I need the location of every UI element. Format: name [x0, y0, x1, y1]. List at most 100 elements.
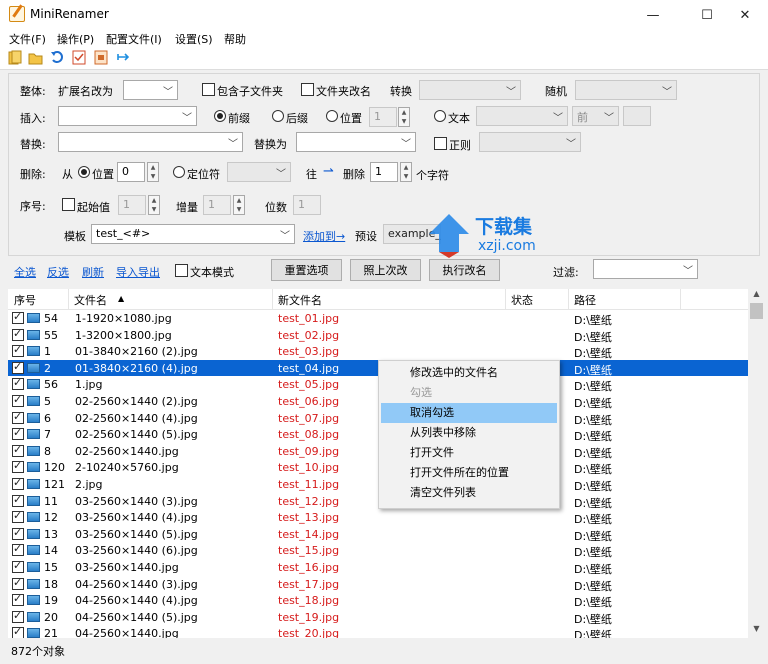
delete-count-input[interactable]: 1 — [370, 162, 398, 182]
random-combo[interactable]: ﹀ — [575, 80, 677, 100]
row-checkbox[interactable] — [12, 360, 24, 374]
row-checkbox[interactable] — [12, 376, 24, 391]
menu-check[interactable]: 勾选 — [381, 383, 557, 403]
increment-input[interactable]: 1 — [203, 195, 231, 215]
import-export-link[interactable]: 导入导出 — [116, 264, 160, 280]
prefix-radio[interactable] — [214, 110, 226, 122]
row-checkbox[interactable] — [12, 576, 24, 590]
add-to-link[interactable]: 添加到→ — [303, 228, 345, 244]
replace-with-combo[interactable]: ﹀ — [296, 132, 416, 152]
scroll-down-icon[interactable]: ▼ — [748, 624, 765, 638]
rename-button[interactable]: 执行改名 — [429, 259, 500, 281]
table-row[interactable]: 18 04-2560×1440 (3).jpg test_17.jpg D:\壁纸 — [8, 576, 748, 593]
row-checkbox[interactable] — [12, 310, 24, 324]
row-checkbox[interactable] — [12, 343, 24, 358]
menu-modify-selected[interactable]: 修改选中的文件名 — [381, 363, 557, 383]
start-value-checkbox[interactable] — [62, 198, 75, 211]
menu-settings[interactable]: 设置(S) — [175, 31, 213, 47]
menu-operation[interactable]: 操作(P) — [57, 31, 94, 47]
row-checkbox[interactable] — [12, 542, 24, 557]
row-checkbox[interactable] — [12, 476, 24, 490]
increment-stepper[interactable]: ▲ ▼ — [233, 195, 245, 215]
row-checkbox[interactable] — [12, 459, 24, 474]
delete-count-stepper[interactable]: ▲ ▼ — [400, 162, 412, 182]
rename-folder-checkbox[interactable] — [301, 83, 314, 96]
start-value-stepper[interactable]: ▲ ▼ — [148, 195, 160, 215]
table-row[interactable]: 15 03-2560×1440.jpg test_16.jpg D:\壁纸 — [8, 559, 748, 576]
reset-options-button[interactable]: 重置选项 — [271, 259, 342, 281]
menu-help[interactable]: 帮助 — [224, 31, 246, 47]
menu-file[interactable]: 文件(F) — [9, 31, 46, 47]
delete-position-radio[interactable] — [78, 166, 90, 178]
menu-remove-from-list[interactable]: 从列表中移除 — [381, 423, 557, 443]
table-row[interactable]: 54 1-1920×1080.jpg test_01.jpg D:\壁纸 — [8, 310, 748, 327]
row-checkbox[interactable] — [12, 526, 24, 540]
menu-config[interactable]: 配置文件(I) — [106, 31, 162, 47]
row-checkbox[interactable] — [12, 426, 24, 441]
table-row[interactable]: 20 04-2560×1440 (5).jpg test_19.jpg D:\壁纸 — [8, 609, 748, 626]
template-combo[interactable]: test_<#> ﹀ — [91, 224, 295, 244]
select-all-link[interactable]: 全选 — [14, 264, 36, 280]
table-row[interactable]: 13 03-2560×1440 (5).jpg test_14.jpg D:\壁纸 — [8, 526, 748, 543]
delete-position-stepper[interactable]: ▲ ▼ — [147, 162, 159, 182]
delete-position-input[interactable]: 0 — [117, 162, 145, 182]
insert-combo[interactable]: ﹀ — [58, 106, 197, 126]
list-scrollbar[interactable]: ▲ ▼ — [748, 289, 765, 638]
col-seq[interactable]: 序号 — [14, 292, 36, 308]
invert-selection-link[interactable]: 反选 — [47, 264, 69, 280]
row-checkbox[interactable] — [12, 493, 24, 507]
regex-combo[interactable]: ﹀ — [479, 132, 581, 152]
position-stepper[interactable]: ▲ ▼ — [398, 107, 410, 127]
row-checkbox[interactable] — [12, 509, 24, 524]
scroll-thumb[interactable] — [750, 303, 763, 319]
table-row[interactable]: 12 03-2560×1440 (4).jpg test_13.jpg D:\壁纸 — [8, 509, 748, 526]
ext-combo[interactable]: ﹀ — [123, 80, 178, 100]
export-icon[interactable] — [94, 50, 109, 65]
text-mode-checkbox[interactable] — [175, 264, 188, 277]
locator-combo[interactable]: ﹀ — [227, 162, 291, 182]
locator-radio[interactable] — [173, 166, 185, 178]
table-row[interactable]: 1 01-3840×2160 (2).jpg test_03.jpg D:\壁纸 — [8, 343, 748, 360]
scroll-up-icon[interactable]: ▲ — [748, 289, 765, 303]
include-subfolders-checkbox[interactable] — [202, 83, 215, 96]
col-path[interactable]: 路径 — [574, 292, 596, 308]
position-input[interactable]: 1 — [369, 107, 397, 127]
regex-checkbox[interactable] — [434, 137, 447, 150]
row-checkbox[interactable] — [12, 592, 24, 607]
col-status[interactable]: 状态 — [511, 292, 533, 308]
convert-combo[interactable]: ﹀ — [419, 80, 521, 100]
text-radio[interactable] — [434, 110, 446, 122]
front-combo[interactable]: 前 ﹀ — [572, 106, 619, 126]
menu-uncheck[interactable]: 取消勾选 — [381, 403, 557, 423]
add-files-icon[interactable] — [8, 50, 23, 65]
undo-icon[interactable] — [50, 50, 65, 65]
direction-arrow-icon[interactable]: ⇀ — [323, 164, 334, 179]
row-checkbox[interactable] — [12, 327, 24, 341]
minimize-button[interactable]: — — [630, 0, 676, 30]
add-folder-icon[interactable] — [28, 50, 43, 65]
table-row[interactable]: 55 1-3200×1800.jpg test_02.jpg D:\壁纸 — [8, 327, 748, 344]
menu-open-location[interactable]: 打开文件所在的位置 — [381, 463, 557, 483]
suffix-radio[interactable] — [272, 110, 284, 122]
replace-combo[interactable]: ﹀ — [58, 132, 243, 152]
text-combo[interactable]: ﹀ — [476, 106, 568, 126]
repeat-last-button[interactable]: 照上次改 — [350, 259, 421, 281]
check-list-icon[interactable] — [72, 50, 87, 65]
row-checkbox[interactable] — [12, 559, 24, 573]
table-row[interactable]: 14 03-2560×1440 (6).jpg test_15.jpg D:\壁纸 — [8, 542, 748, 559]
start-value-input[interactable]: 1 — [118, 195, 146, 215]
row-checkbox[interactable] — [12, 609, 24, 623]
menu-open-file[interactable]: 打开文件 — [381, 443, 557, 463]
position-radio[interactable] — [326, 110, 338, 122]
row-checkbox[interactable] — [12, 410, 24, 424]
col-filename[interactable]: 文件名 — [74, 292, 107, 308]
pin-icon[interactable] — [116, 50, 131, 65]
digits-input[interactable]: 1 — [293, 195, 321, 215]
filter-combo[interactable]: ﹀ — [593, 259, 698, 279]
row-checkbox[interactable] — [12, 625, 24, 638]
refresh-link[interactable]: 刷新 — [82, 264, 104, 280]
row-checkbox[interactable] — [12, 443, 24, 457]
menu-clear-list[interactable]: 清空文件列表 — [381, 483, 557, 503]
row-checkbox[interactable] — [12, 393, 24, 407]
close-button[interactable]: ✕ — [722, 0, 768, 30]
